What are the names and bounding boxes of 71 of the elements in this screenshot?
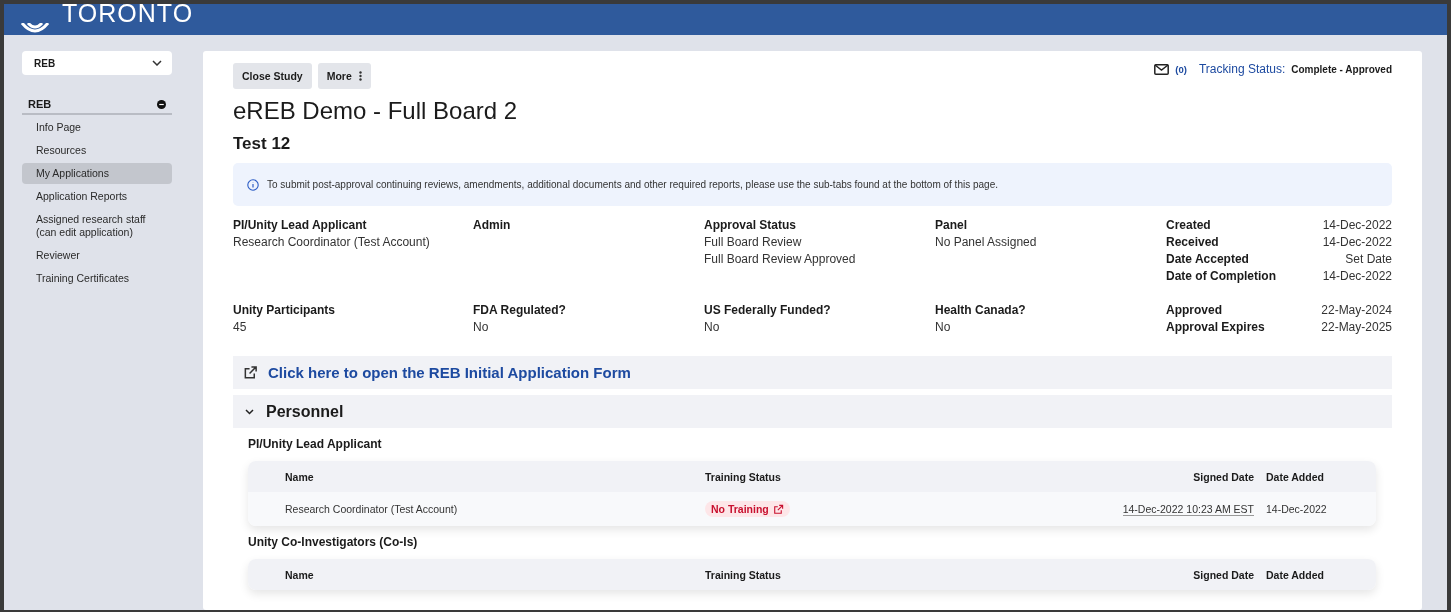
notice-text: To submit post-approval continuing reviews, amendments, additional documents and other required reports, please use the sub-tabs found at the bottom of this page. [267, 179, 998, 190]
more-button[interactable]: More [317, 63, 371, 89]
table-cell-text: Research Coordinator (Test Account) [285, 503, 459, 515]
application-form-link[interactable]: Click here to open the REB Initial Application Form [268, 364, 631, 381]
field-label: US Federally Funded? [704, 303, 832, 317]
tracking-status-label: Tracking Status: [1199, 62, 1286, 76]
field-value: No [473, 320, 490, 334]
collapse-icon[interactable] [157, 99, 166, 109]
group-title: PI/Unity Lead Applicant [248, 437, 383, 451]
date-value: 14-Dec-2022 [1322, 235, 1392, 249]
chevron-down-icon [152, 60, 162, 66]
program-dropdown[interactable]: REB [22, 51, 172, 75]
section-title: Personnel [266, 402, 344, 421]
column-header: Date Added [1266, 470, 1325, 483]
date-value: 14-Dec-2022 [1322, 218, 1392, 232]
field-label: Unity Participants [233, 303, 337, 317]
date-label: Date of Completion [1166, 269, 1277, 283]
sidebar-item[interactable]: Training Certificates [22, 268, 172, 289]
column-header: Training Status [705, 568, 782, 581]
field-label: Panel [935, 218, 968, 232]
study-title: eREB Demo - Full Board 2 [233, 97, 519, 125]
mail-icon[interactable] [1154, 63, 1170, 75]
training-status-badge[interactable]: No Training [705, 501, 790, 517]
sidebar-item[interactable]: Resources [22, 140, 172, 161]
kebab-icon [358, 71, 362, 81]
column-header: Name [285, 568, 315, 581]
message-count[interactable]: (0) [1175, 63, 1187, 75]
sidebar-item[interactable]: Assigned research staff (can edit application) [22, 209, 172, 243]
date-label: Date Accepted [1166, 252, 1250, 266]
study-subtitle: Test 12 [233, 134, 292, 154]
field-value: No [704, 320, 721, 334]
date-value: Set Date [1344, 252, 1392, 266]
column-header: Training Status [705, 470, 782, 483]
group-title: Unity Co-Investigators (Co-Is) [248, 535, 419, 549]
field-value: Research Coordinator (Test Account) [233, 235, 431, 249]
column-header: Signed Date [1192, 568, 1255, 581]
field-value: Full Board Review Approved [704, 252, 857, 266]
field-label: PI/Unity Lead Applicant [233, 218, 368, 232]
sidebar-section-title: REB [28, 98, 52, 110]
external-link-icon [243, 365, 258, 380]
field-value: No Panel Assigned [935, 235, 1038, 249]
sidebar-item[interactable]: Reviewer [22, 245, 172, 266]
field-value: 45 [233, 320, 248, 334]
sidebar-item[interactable]: Application Reports [22, 186, 172, 207]
field-label: Health Canada? [935, 303, 1027, 317]
date-label: Created [1166, 218, 1212, 232]
date-label: Approval Expires [1166, 320, 1266, 334]
field-label: Admin [473, 218, 512, 232]
signed-date: 14-Dec-2022 10:23 AM EST [1122, 502, 1254, 516]
column-header: Signed Date [1192, 470, 1255, 483]
field-value: No [935, 320, 952, 334]
date-label: Received [1166, 235, 1220, 249]
sidebar-item[interactable]: Info Page [22, 117, 172, 138]
table-cell-text: 14-Dec-2022 [1266, 503, 1328, 515]
column-header: Name [285, 470, 315, 483]
field-label: Approval Status [704, 218, 797, 232]
date-label: Approved [1166, 303, 1223, 317]
external-link-icon [772, 503, 784, 515]
field-value: Full Board Review [704, 235, 803, 249]
info-icon [247, 178, 259, 191]
column-header: Date Added [1266, 568, 1325, 581]
logo-text: TORONTO [62, 4, 194, 26]
tracking-status-value: Complete - Approved [1291, 63, 1392, 75]
action-button[interactable]: Close Study [233, 63, 312, 89]
personnel-section-header[interactable]: Personnel [233, 395, 1392, 428]
field-label: FDA Regulated? [473, 303, 567, 317]
date-value: 22-May-2025 [1321, 320, 1392, 334]
sidebar-item[interactable]: My Applications [22, 163, 172, 184]
date-value: 22-May-2024 [1321, 303, 1392, 317]
logo-icon [20, 23, 50, 35]
date-value: 14-Dec-2022 [1322, 269, 1392, 283]
